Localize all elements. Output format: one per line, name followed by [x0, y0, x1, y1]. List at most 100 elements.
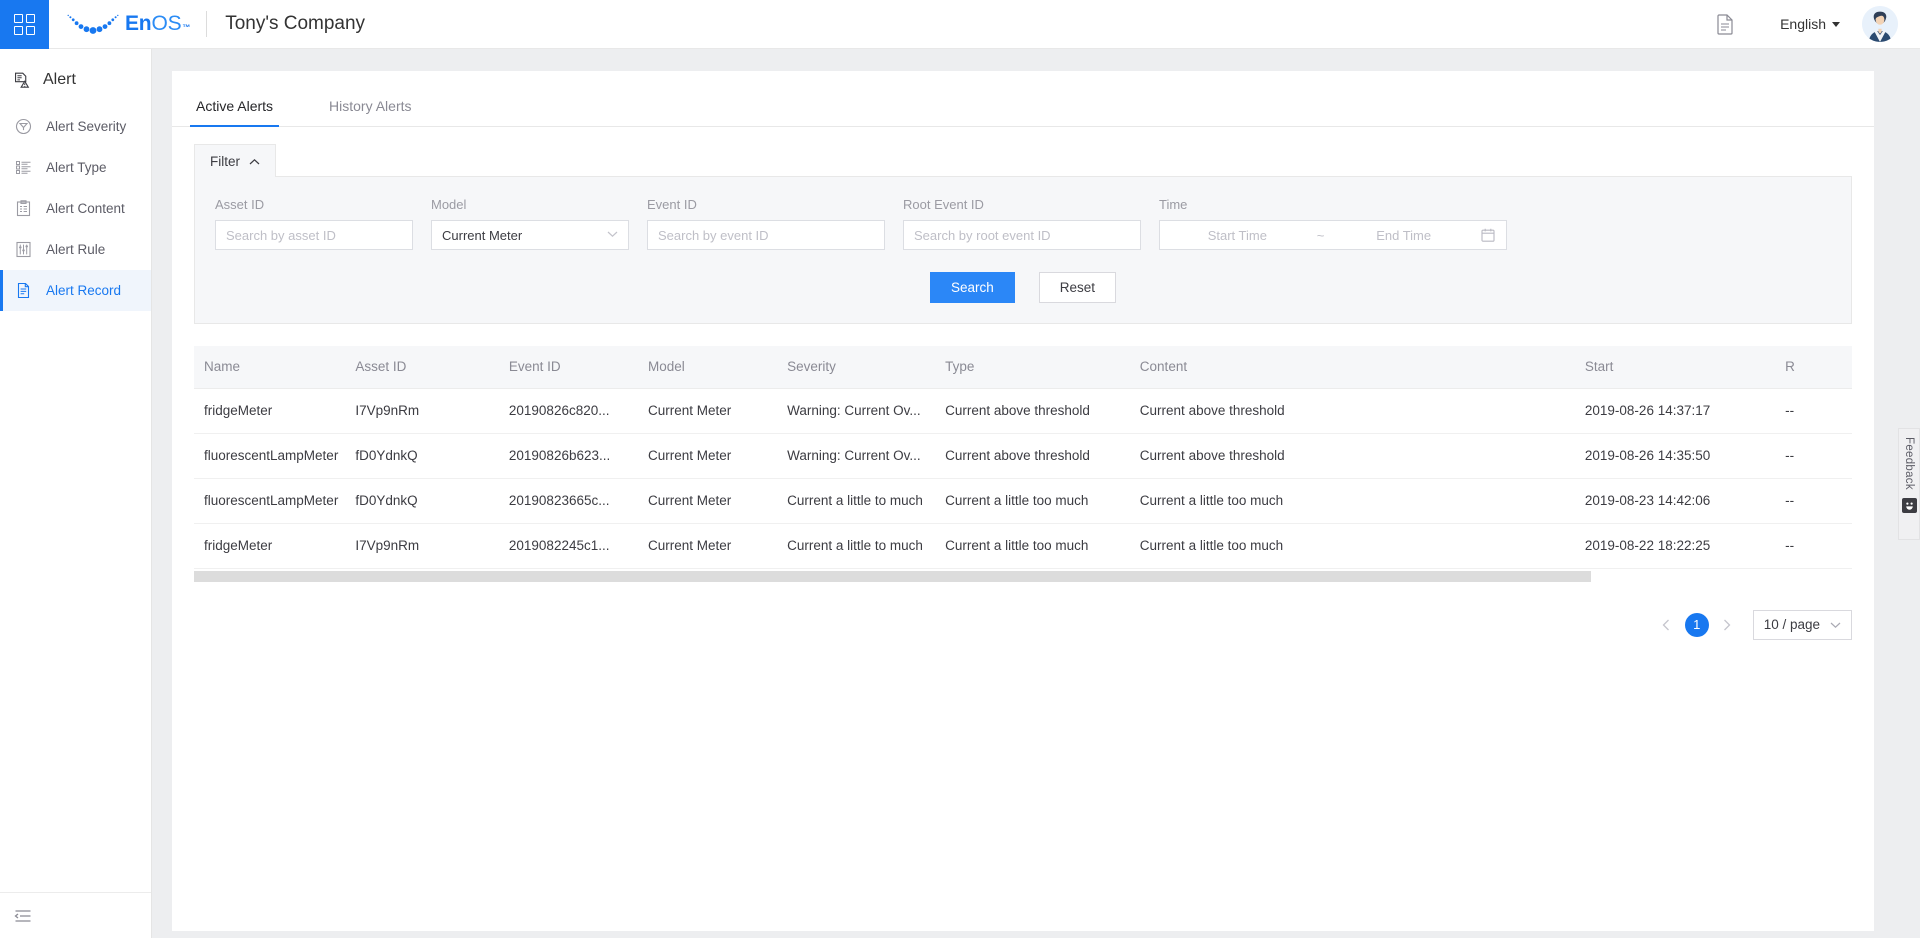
model-value: Current Meter — [442, 227, 523, 243]
table-row[interactable]: fluorescentLampMeter fD0YdnkQ 2019082366… — [194, 478, 1852, 524]
cell-model: Current Meter — [647, 478, 788, 524]
filter-zone: Filter Asset ID Search by asset ID Model — [172, 143, 1874, 324]
column-header-type[interactable]: Type — [945, 346, 1140, 389]
sidebar-item-alert-record[interactable]: Alert Record — [0, 270, 151, 311]
table-head: Name Asset ID Event ID Model Severity Ty… — [194, 346, 1852, 389]
sidebar-item-label: Alert Record — [46, 283, 122, 298]
start-time-input[interactable]: Start Time — [1160, 228, 1315, 243]
cell-name: fluorescentLampMeter — [194, 478, 356, 524]
cell-severity: Warning: Current Ov... — [787, 433, 946, 479]
language-selector[interactable]: English — [1780, 16, 1840, 32]
calendar-icon — [1481, 228, 1506, 242]
cell-asset-id: fD0YdnkQ — [355, 433, 509, 479]
model-select[interactable]: Current Meter — [431, 220, 629, 250]
cell-name: fridgeMeter — [194, 523, 356, 569]
page-size-select[interactable]: 10 / page — [1752, 609, 1852, 640]
sidebar-title-label: Alert — [43, 71, 76, 88]
feedback-tab[interactable]: Feedback — [1898, 428, 1920, 540]
sidebar-item-alert-rule[interactable]: Alert Rule — [0, 229, 151, 270]
column-header-event-id[interactable]: Event ID — [508, 346, 648, 389]
tab-label: History Alerts — [329, 97, 412, 114]
tab-label: Active Alerts — [196, 97, 274, 114]
event-id-label: Event ID — [647, 197, 697, 212]
document-icon-button[interactable] — [1708, 7, 1742, 41]
top-header: En OS ™ Tony's Company English — [0, 0, 1920, 49]
search-button[interactable]: Search — [929, 272, 1015, 303]
cell-asset-id: I7Vp9nRm — [355, 523, 509, 569]
alert-document-icon — [13, 72, 30, 89]
cell-start: 2019-08-23 14:42:06 — [1584, 478, 1786, 524]
pagination-next-button[interactable] — [1715, 613, 1739, 637]
cell-content: Current above threshold — [1139, 433, 1585, 479]
column-header-asset-id[interactable]: Asset ID — [355, 346, 509, 389]
time-range-separator: ~ — [1316, 227, 1325, 243]
enos-os: OS — [151, 12, 182, 35]
enos-tm: ™ — [182, 23, 191, 32]
avatar[interactable] — [1862, 6, 1898, 42]
brand-area: En OS ™ Tony's Company — [64, 11, 365, 37]
cell-r: -- — [1785, 433, 1852, 479]
filter-field-asset-id: Asset ID Search by asset ID — [215, 197, 413, 250]
cell-type: Current a little too much — [945, 478, 1140, 524]
filter-field-model: Model Current Meter — [431, 197, 629, 250]
sidebar-item-alert-content[interactable]: Alert Content — [0, 188, 151, 229]
app-launcher-button[interactable] — [0, 0, 49, 49]
cell-model: Current Meter — [647, 433, 788, 479]
column-header-r[interactable]: R — [1785, 346, 1852, 389]
filter-row: Asset ID Search by asset ID Model Curren… — [215, 197, 1831, 250]
tab-active-alerts[interactable]: Active Alerts — [189, 85, 280, 127]
language-label: English — [1780, 16, 1826, 32]
file-icon — [15, 282, 32, 299]
filter-field-root-event-id: Root Event ID Search by root event ID — [903, 197, 1141, 250]
column-header-name[interactable]: Name — [194, 346, 356, 389]
sidebar-collapse-button[interactable] — [0, 892, 151, 938]
table-horizontal-scrollbar[interactable] — [194, 570, 1591, 582]
column-header-content[interactable]: Content — [1139, 346, 1585, 389]
end-time-input[interactable]: End Time — [1326, 228, 1481, 243]
cell-asset-id: fD0YdnkQ — [355, 478, 509, 524]
brand-divider — [206, 11, 208, 37]
column-header-model[interactable]: Model — [647, 346, 788, 389]
sidebar-item-label: Alert Rule — [46, 242, 106, 257]
chevron-up-icon — [249, 154, 260, 169]
enos-en: En — [125, 12, 152, 35]
chevron-down-icon — [607, 229, 618, 241]
asset-id-input[interactable]: Search by asset ID — [215, 220, 413, 250]
cell-event-id: 20190826b623... — [508, 433, 648, 479]
filter-field-event-id: Event ID Search by event ID — [647, 197, 885, 250]
cell-r: -- — [1785, 523, 1852, 569]
cell-event-id: 20190826c820... — [508, 388, 648, 434]
sidebar-item-label: Alert Content — [46, 201, 125, 216]
table-row[interactable]: fridgeMeter I7Vp9nRm 20190826c820... Cur… — [194, 388, 1852, 434]
pagination-prev-button[interactable] — [1655, 613, 1679, 637]
filter-panel: Asset ID Search by asset ID Model Curren… — [194, 176, 1852, 324]
enos-logo[interactable]: En OS ™ — [64, 12, 190, 36]
cell-event-id: 2019082245c1... — [508, 523, 648, 569]
cell-content: Current a little too much — [1139, 478, 1585, 524]
reset-button[interactable]: Reset — [1038, 272, 1117, 303]
alert-record-card: Active Alerts History Alerts Filter Asse… — [172, 71, 1874, 931]
column-header-start[interactable]: Start — [1584, 346, 1786, 389]
user-avatar-icon — [1862, 6, 1898, 42]
cell-r: -- — [1785, 478, 1852, 524]
clipboard-icon — [15, 200, 32, 217]
table-row[interactable]: fluorescentLampMeter fD0YdnkQ 20190826b6… — [194, 433, 1852, 479]
cell-type: Current a little too much — [945, 523, 1140, 569]
column-header-severity[interactable]: Severity — [787, 346, 946, 389]
sidebar-item-alert-severity[interactable]: Alert Severity — [0, 106, 151, 147]
filter-label: Filter — [210, 153, 240, 169]
sidebar-item-alert-type[interactable]: Alert Type — [0, 147, 151, 188]
time-range-picker[interactable]: Start Time ~ End Time — [1159, 220, 1507, 250]
enos-wordmark: En OS ™ — [125, 12, 190, 36]
table-horizontal-scroll-track[interactable] — [194, 570, 1852, 582]
tab-history-alerts[interactable]: History Alerts — [327, 85, 413, 126]
root-event-id-placeholder: Search by root event ID — [914, 227, 1051, 243]
pagination-page-1[interactable]: 1 — [1684, 612, 1709, 637]
time-label: Time — [1159, 197, 1188, 212]
sidebar: Alert Alert Severity Alert Type Alert Co… — [0, 49, 152, 938]
root-event-id-input[interactable]: Search by root event ID — [903, 220, 1141, 250]
event-id-input[interactable]: Search by event ID — [647, 220, 885, 250]
filter-toggle[interactable]: Filter — [194, 144, 276, 177]
table-row[interactable]: fridgeMeter I7Vp9nRm 2019082245c1... Cur… — [194, 523, 1852, 569]
cell-name: fluorescentLampMeter — [194, 433, 356, 479]
